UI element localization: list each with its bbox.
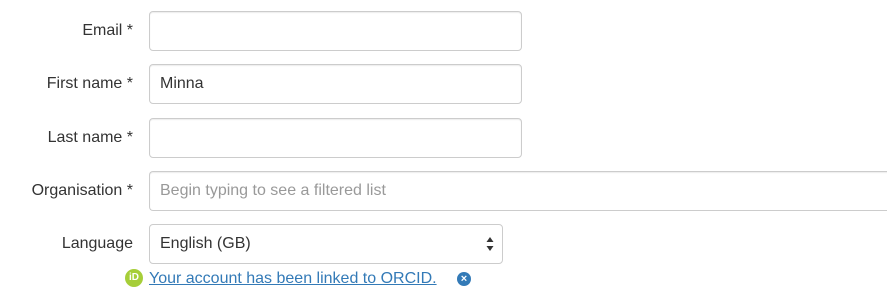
language-selected-value: English (GB) [160,235,251,252]
orcid-linked-link[interactable]: Your account has been linked to ORCID. [149,268,437,290]
organisation-input[interactable] [149,171,887,211]
orcid-icon: iD [125,269,143,287]
language-select[interactable]: English (GB) [149,224,503,264]
last-name-field[interactable] [149,118,522,158]
first-name-field[interactable] [149,64,522,104]
email-field[interactable] [149,11,522,51]
first-name-row: First name * [0,64,522,104]
unlink-orcid-icon[interactable]: × [457,272,471,286]
select-arrows-icon [486,237,494,251]
last-name-row: Last name * [0,118,522,158]
email-row: Email * [0,11,522,51]
organisation-label: Organisation * [31,182,133,199]
organisation-row: Organisation * [0,171,887,211]
last-name-label: Last name * [47,129,133,146]
language-row: Language English (GB) [0,224,504,264]
email-label: Email * [82,22,133,39]
last-name-label-wrap: Last name * [0,118,133,158]
first-name-label: First name * [46,75,133,92]
first-name-label-wrap: First name * [0,64,133,104]
language-label: Language [61,235,133,252]
language-label-wrap: Language [0,224,133,264]
email-label-wrap: Email * [0,11,133,51]
organisation-label-wrap: Organisation * [0,171,133,211]
